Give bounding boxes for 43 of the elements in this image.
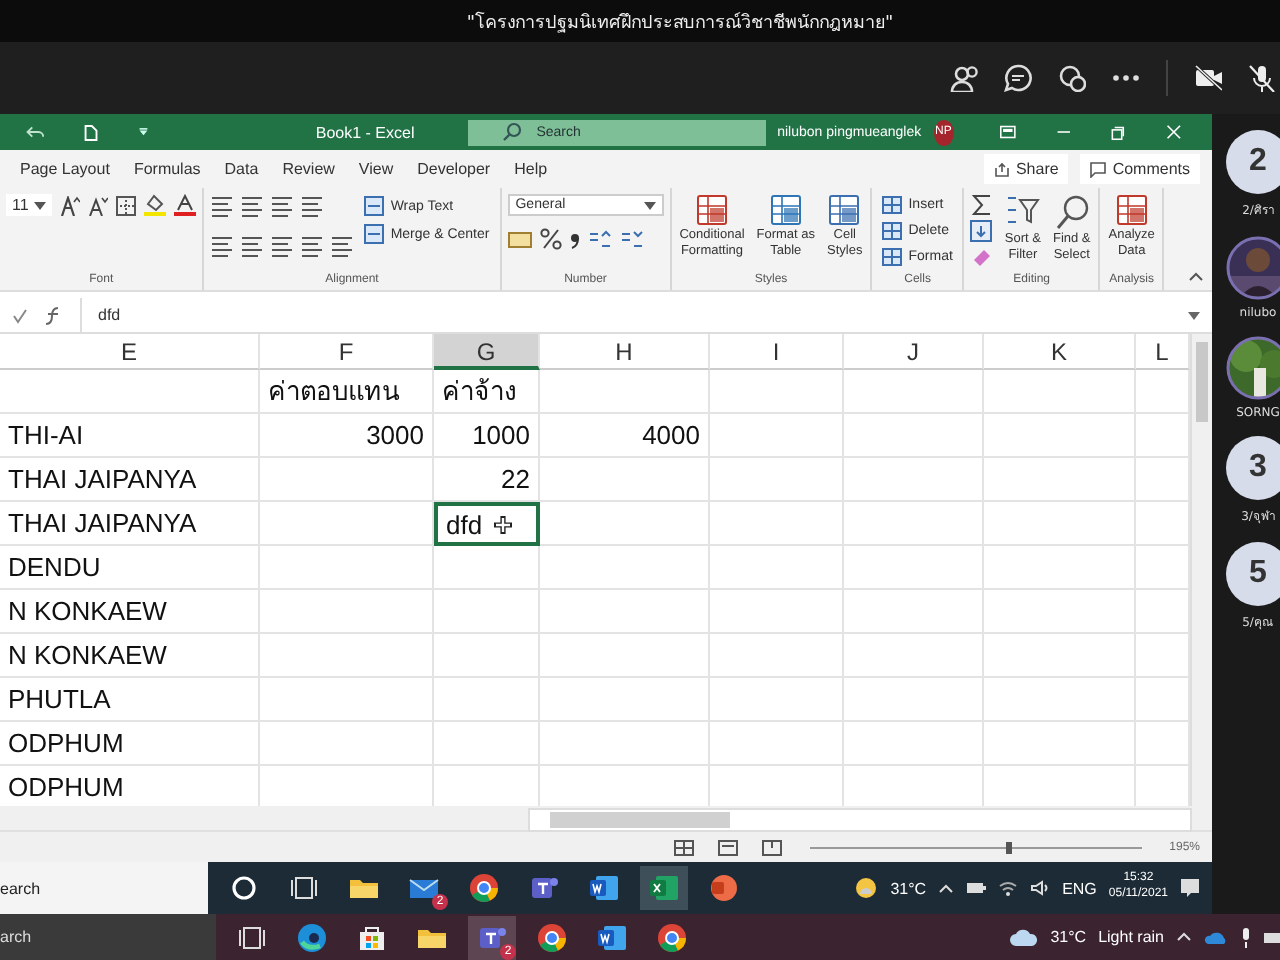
table-cell[interactable]: PHUTLA <box>0 678 260 722</box>
active-cell[interactable]: dfd <box>434 502 540 546</box>
temperature: 31°C <box>890 879 927 897</box>
comments-button[interactable]: Comments <box>1080 154 1200 184</box>
table-cell[interactable]: THAI JAIPANYA <box>0 458 260 502</box>
table-cell[interactable]: DENDU <box>0 546 260 590</box>
meeting-title: "โครงการปฐมนิเทศฝึกประสบการณ์วิชาชีพนักกฎหมาย" <box>466 9 894 35</box>
temperature: 31°C <box>1050 928 1087 946</box>
share-button[interactable]: Share <box>983 154 1069 184</box>
column-header[interactable]: I <box>710 334 844 370</box>
ribbon-tab[interactable]: Data <box>212 160 271 178</box>
column-header[interactable]: G <box>434 334 540 370</box>
participant-avatar: 2 <box>1226 130 1280 194</box>
table-cell[interactable]: THAI JAIPANYA <box>0 502 260 546</box>
ribbon-tab[interactable]: Review <box>270 160 347 178</box>
ribbon-tab[interactable]: View <box>346 160 406 178</box>
column-header[interactable]: H <box>540 334 710 370</box>
table-cell[interactable]: THI-AI <box>0 414 260 458</box>
ribbon-tab[interactable]: Developer <box>405 160 503 178</box>
search-field[interactable]: arch <box>0 914 216 960</box>
participant-avatar: 3 <box>1226 436 1280 500</box>
column-header[interactable]: J <box>844 334 984 370</box>
table-cell[interactable]: ค่าจ้าง <box>434 370 540 414</box>
ribbon-tab[interactable]: Help <box>502 160 560 178</box>
formula-field[interactable]: dfd <box>80 298 1172 332</box>
table-cell[interactable]: 1000 <box>434 414 540 458</box>
table-cell[interactable]: N KONKAEW <box>0 634 260 678</box>
table-cell[interactable]: N KONKAEW <box>0 590 260 634</box>
column-header[interactable]: E <box>0 334 260 370</box>
table-cell[interactable]: 4000 <box>540 414 710 458</box>
column-header[interactable]: K <box>984 334 1136 370</box>
table-cell[interactable]: ค่าตอบแทน <box>260 370 434 414</box>
language-indicator[interactable]: ENG <box>1062 879 1097 897</box>
document-title: Book1 - Excel <box>315 123 417 141</box>
font-size-field[interactable]: 11 <box>6 194 53 216</box>
search-field[interactable]: earch <box>0 862 208 914</box>
ribbon-tab[interactable]: Formulas <box>121 160 213 178</box>
weather-condition: Light rain <box>1098 928 1164 946</box>
ribbon-tab[interactable]: Page Layout <box>8 160 122 178</box>
table-cell[interactable]: 22 <box>434 458 540 502</box>
participant-avatar: 5 <box>1226 542 1280 606</box>
table-cell[interactable]: 3000 <box>260 414 434 458</box>
table-cell[interactable]: ODPHUM <box>0 722 260 766</box>
